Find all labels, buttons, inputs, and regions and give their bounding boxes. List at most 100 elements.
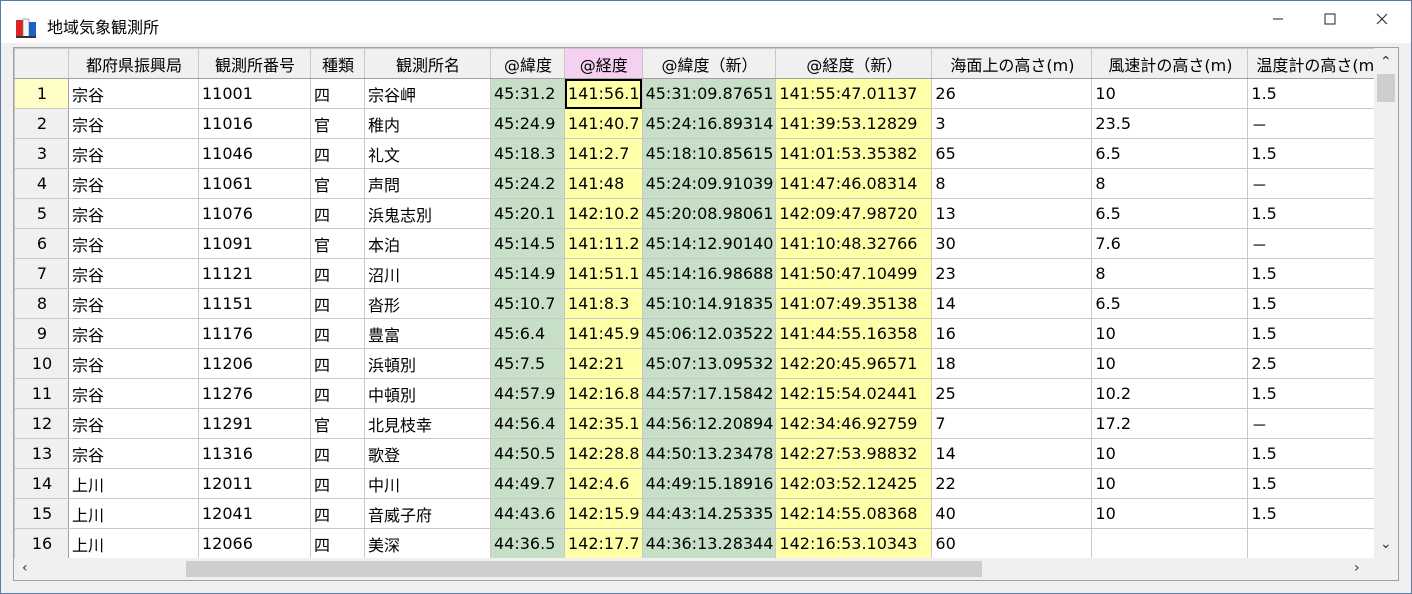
close-button[interactable]	[1359, 1, 1405, 37]
grid-cell[interactable]: 44:43:14.25335	[641, 498, 777, 529]
grid-cell[interactable]: 声問	[364, 168, 491, 199]
grid-cell[interactable]: 141:44:55.16358	[775, 318, 933, 349]
grid-cell[interactable]: 11001	[198, 78, 311, 109]
grid-cell[interactable]: 142:28.8	[564, 438, 643, 469]
grid-cell[interactable]: 142:27:53.98832	[775, 438, 933, 469]
grid-cell[interactable]: 歌登	[364, 438, 491, 469]
row-header[interactable]: 13	[14, 438, 69, 469]
grid-cell[interactable]: 12066	[198, 528, 311, 559]
grid-cell[interactable]: 44:36:13.28344	[641, 528, 777, 559]
grid-cell[interactable]: 1.5	[1247, 78, 1389, 109]
grid-cell[interactable]: 1.5	[1247, 258, 1389, 289]
vertical-scrollbar[interactable]: ⌃ ⌄	[1374, 48, 1398, 560]
grid-cell[interactable]: 18	[931, 348, 1093, 379]
grid-cell[interactable]: 10	[1091, 348, 1249, 379]
grid-cell[interactable]: 141:10:48.32766	[775, 228, 933, 259]
grid-cell[interactable]: 10	[1091, 318, 1249, 349]
data-grid[interactable]: 都府県振興局 観測所番号 種類 観測所名 @緯度 @経度 @緯度（新） @経度（新） 海面上の高…	[13, 47, 1399, 581]
grid-cell[interactable]: 1.5	[1247, 378, 1389, 409]
grid-cell[interactable]: 14	[931, 438, 1093, 469]
grid-cell[interactable]: 四	[310, 348, 365, 379]
grid-cell[interactable]: 11091	[198, 228, 311, 259]
grid-cell[interactable]: 1.5	[1247, 468, 1389, 499]
grid-cell[interactable]: 142:16.8	[564, 378, 643, 409]
row-header[interactable]: 4	[14, 168, 69, 199]
grid-cell[interactable]: 11016	[198, 108, 311, 139]
grid-cell[interactable]: 10	[1091, 78, 1249, 109]
grid-cell[interactable]: 宗谷	[68, 228, 199, 259]
grid-cell[interactable]: 12011	[198, 468, 311, 499]
column-header[interactable]: 風速計の高さ(m)	[1091, 48, 1249, 79]
grid-cell[interactable]: 44:49.7	[490, 468, 565, 499]
grid-cell[interactable]: 45:31.2	[490, 78, 565, 109]
grid-cell[interactable]: 10	[1091, 438, 1249, 469]
grid-cell[interactable]: 22	[931, 468, 1093, 499]
grid-cell[interactable]: 16	[931, 318, 1093, 349]
grid-cell[interactable]: 宗谷	[68, 258, 199, 289]
grid-cell[interactable]: 25	[931, 378, 1093, 409]
row-header[interactable]: 10	[14, 348, 69, 379]
grid-cell[interactable]: 四	[310, 138, 365, 169]
grid-cell[interactable]: 上川	[68, 528, 199, 559]
grid-cell[interactable]: 45:14.5	[490, 228, 565, 259]
column-header[interactable]: 種類	[310, 48, 365, 79]
grid-cell[interactable]: 7	[931, 408, 1093, 439]
grid-cell[interactable]	[1247, 528, 1389, 559]
grid-cell[interactable]: 44:49:15.18916	[641, 468, 777, 499]
grid-cell[interactable]: 四	[310, 378, 365, 409]
grid-cell[interactable]: 11076	[198, 198, 311, 229]
grid-cell[interactable]: 142:15:54.02441	[775, 378, 933, 409]
row-header[interactable]: 15	[14, 498, 69, 529]
grid-cell[interactable]: 浜頓別	[364, 348, 491, 379]
grid-cell[interactable]: 30	[931, 228, 1093, 259]
grid-cell[interactable]: 1.5	[1247, 198, 1389, 229]
grid-cell[interactable]: 44:57:17.15842	[641, 378, 777, 409]
grid-cell[interactable]: 北見枝幸	[364, 408, 491, 439]
grid-cell[interactable]: 8	[931, 168, 1093, 199]
grid-cell[interactable]: 1.5	[1247, 138, 1389, 169]
grid-cell[interactable]: 3	[931, 108, 1093, 139]
grid-cell[interactable]: 四	[310, 198, 365, 229]
column-header[interactable]: @緯度（新）	[641, 48, 777, 79]
grid-cell[interactable]: 23	[931, 258, 1093, 289]
grid-cell[interactable]: 6.5	[1091, 198, 1249, 229]
grid-cell[interactable]: 四	[310, 438, 365, 469]
grid-cell[interactable]: 上川	[68, 468, 199, 499]
grid-cell[interactable]: 141:50:47.10499	[775, 258, 933, 289]
grid-cell[interactable]: 四	[310, 288, 365, 319]
grid-cell[interactable]: 44:36.5	[490, 528, 565, 559]
grid-cell[interactable]: 142:15.9	[564, 498, 643, 529]
grid-cell[interactable]: 官	[310, 228, 365, 259]
grid-cell[interactable]: 1.5	[1247, 498, 1389, 529]
grid-cell[interactable]: 10.2	[1091, 378, 1249, 409]
grid-cell[interactable]: 官	[310, 168, 365, 199]
scroll-right-icon[interactable]: ›	[1354, 560, 1360, 576]
grid-cell[interactable]: 礼文	[364, 138, 491, 169]
grid-cell[interactable]: 26	[931, 78, 1093, 109]
grid-cell[interactable]: 44:56:12.20894	[641, 408, 777, 439]
grid-cell[interactable]: 上川	[68, 498, 199, 529]
grid-cell[interactable]: 44:50:13.23478	[641, 438, 777, 469]
grid-cell[interactable]: 44:50.5	[490, 438, 565, 469]
grid-cell[interactable]: 142:03:52.12425	[775, 468, 933, 499]
vertical-scroll-thumb[interactable]	[1377, 74, 1395, 102]
grid-cell[interactable]: 141:01:53.35382	[775, 138, 933, 169]
grid-cell[interactable]: 宗谷	[68, 108, 199, 139]
grid-cell[interactable]: 宗谷	[68, 378, 199, 409]
grid-cell[interactable]: 音威子府	[364, 498, 491, 529]
grid-cell[interactable]: 7.6	[1091, 228, 1249, 259]
grid-cell[interactable]: 四	[310, 258, 365, 289]
row-header[interactable]: 16	[14, 528, 69, 559]
grid-cell[interactable]: 11061	[198, 168, 311, 199]
grid-cell[interactable]: 141:51.1	[564, 258, 643, 289]
column-header[interactable]: 海面上の高さ(m)	[931, 48, 1093, 79]
row-header[interactable]: 1	[14, 78, 69, 109]
grid-cell[interactable]: 四	[310, 78, 365, 109]
grid-cell[interactable]: 12041	[198, 498, 311, 529]
row-header[interactable]: 2	[14, 108, 69, 139]
grid-cell[interactable]: 宗谷	[68, 348, 199, 379]
grid-cell[interactable]: 141:39:53.12829	[775, 108, 933, 139]
grid-cell[interactable]: 45:7.5	[490, 348, 565, 379]
grid-cell[interactable]: 美深	[364, 528, 491, 559]
horizontal-scroll-thumb[interactable]	[186, 561, 982, 577]
